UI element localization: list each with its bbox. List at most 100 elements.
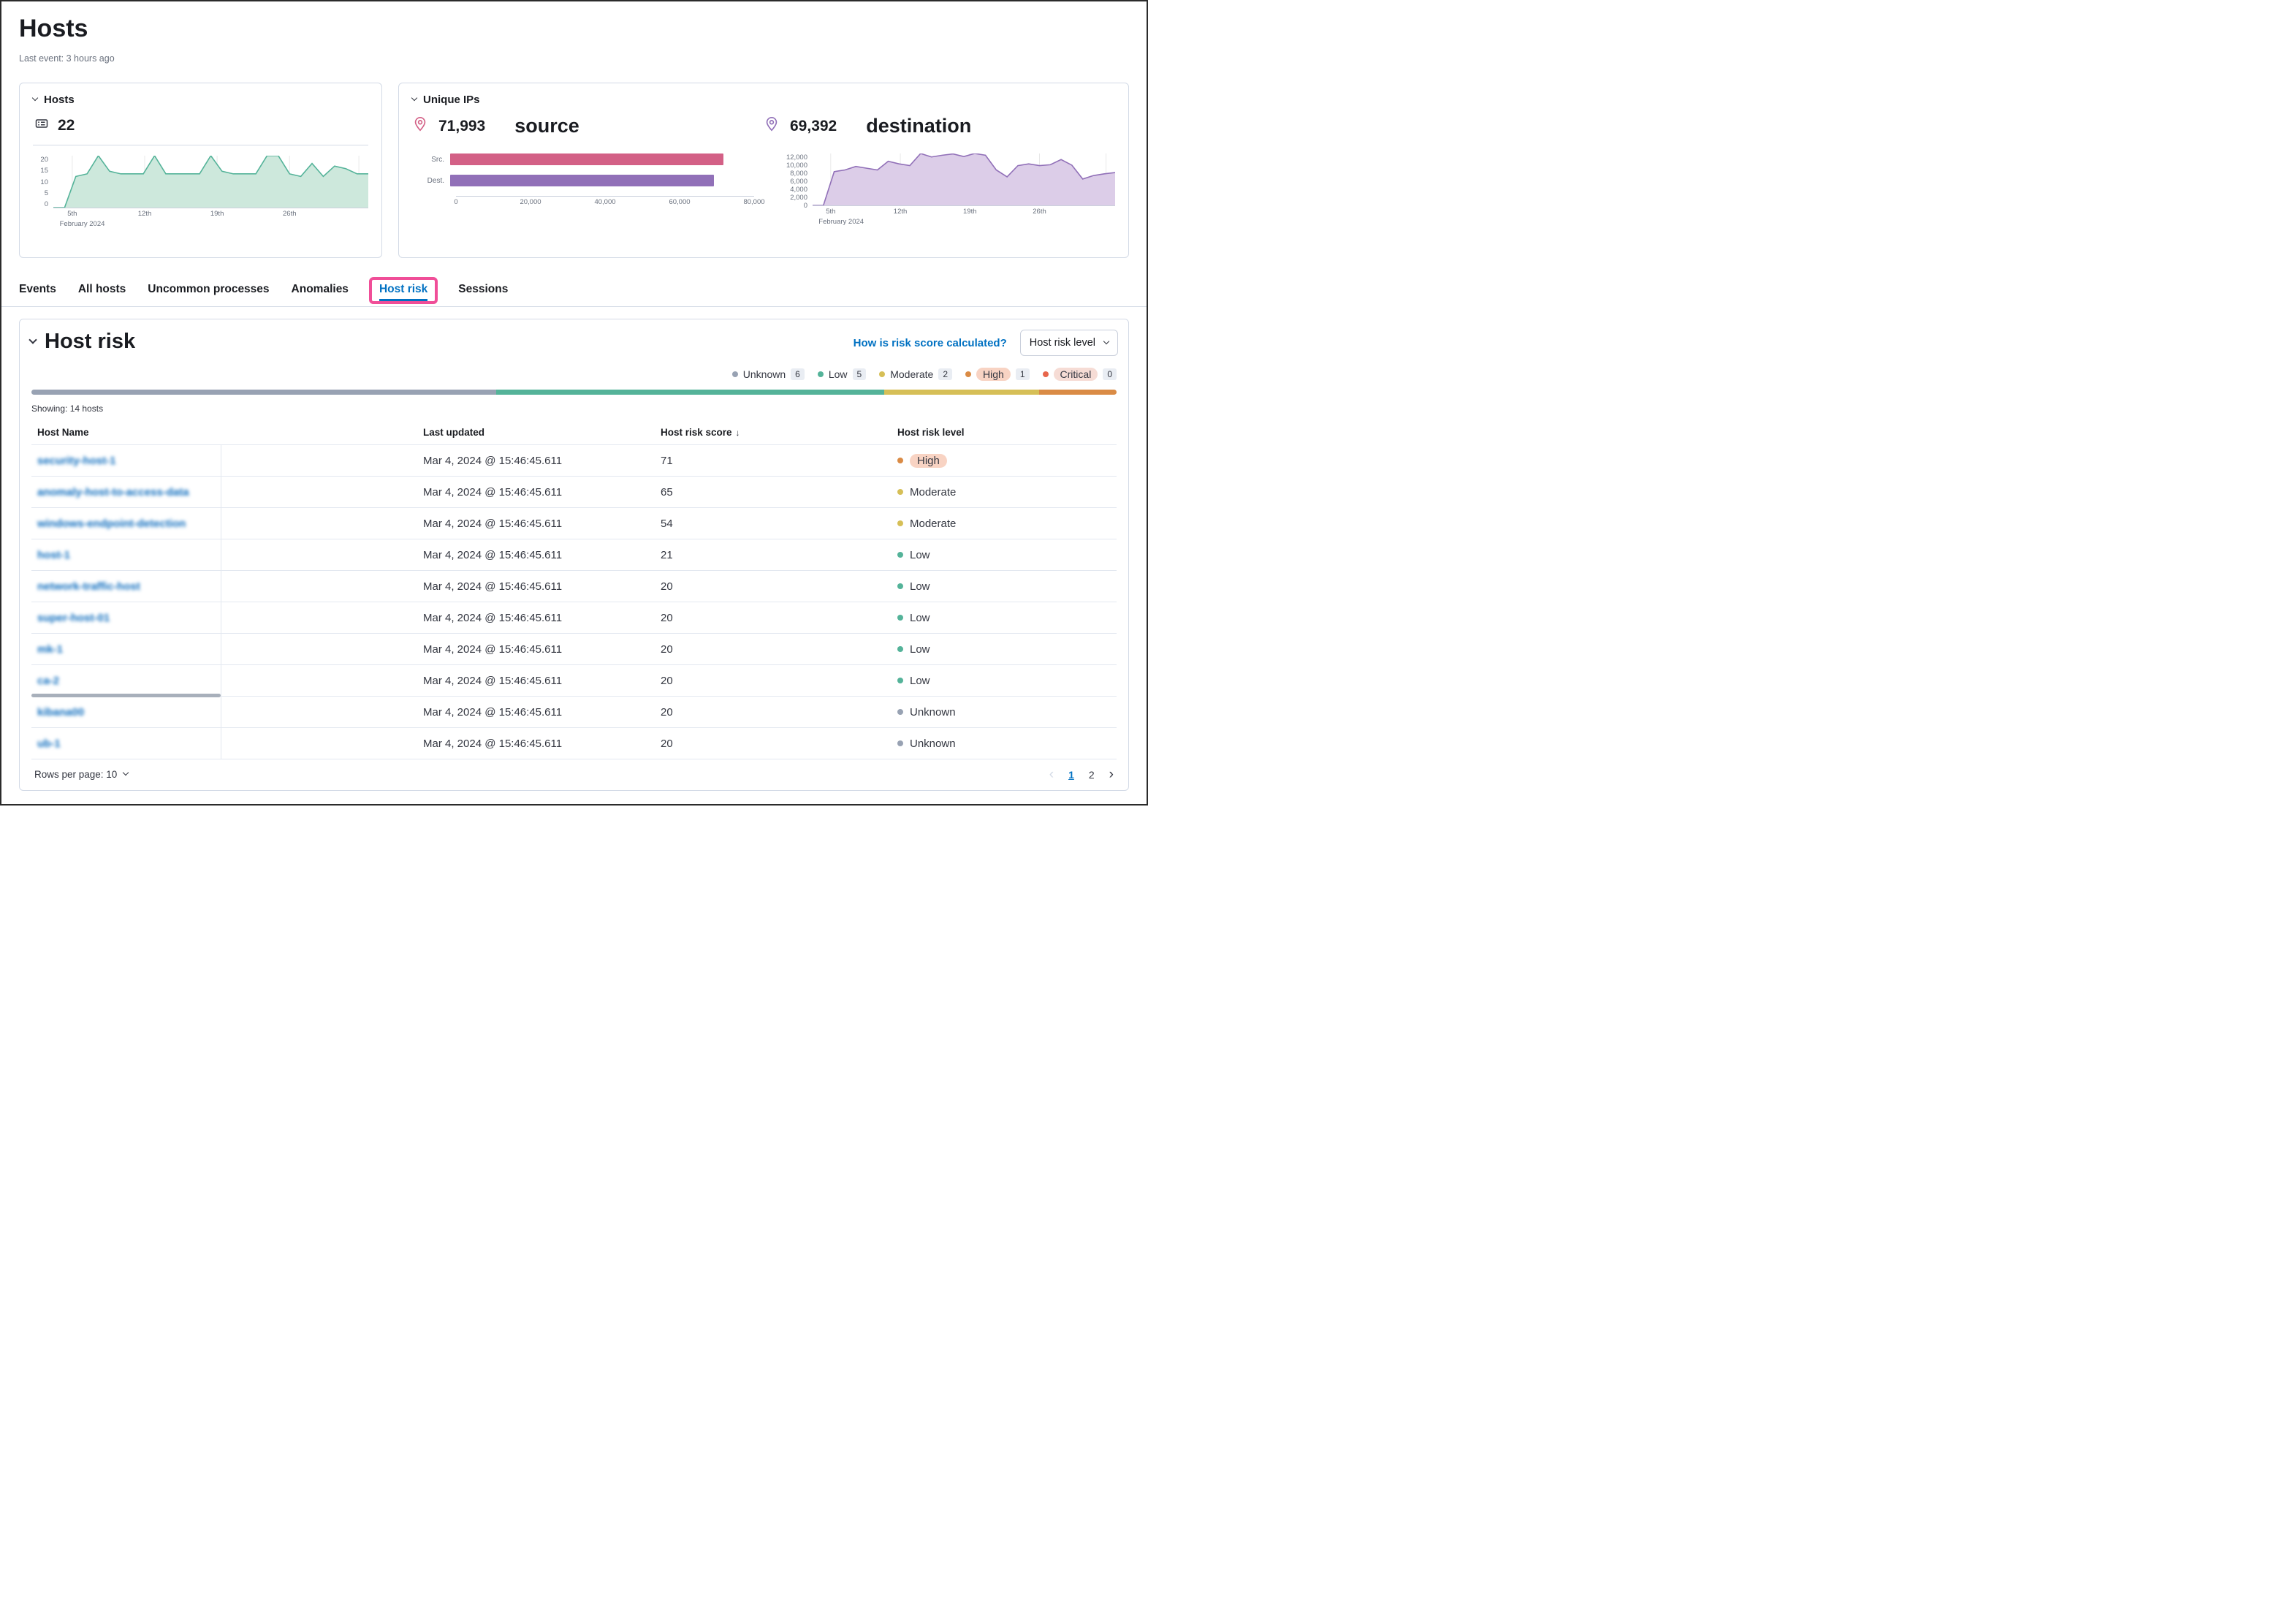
tab-events[interactable]: Events [19,278,56,302]
ips-chart-axis-label: February 2024 [813,218,1115,226]
tab-sessions[interactable]: Sessions [458,278,508,302]
bar-chart-x-axis: 0 20,000 40,000 60,000 80,000 [456,196,754,205]
risk-score-info-link[interactable]: How is risk score calculated? [854,337,1007,349]
table-row: security-host-1 Mar 4, 2024 @ 15:46:45.6… [31,444,1117,476]
chevron-down-icon [123,770,129,776]
collapse-chevron-icon[interactable] [28,336,37,344]
risk-level-dot [897,552,903,558]
destination-ip-count: 69,392 [790,118,837,135]
tab-anomalies[interactable]: Anomalies [292,278,349,302]
table-row: host-1 Mar 4, 2024 @ 15:46:45.611 21 Low [31,539,1117,570]
page-number-2[interactable]: 2 [1089,769,1095,781]
host-name-link[interactable]: ub-1 [37,738,61,750]
collapse-chevron-icon[interactable] [32,95,38,101]
legend-dot [879,371,885,377]
pagination: ‹ 1 2 › [1049,767,1114,781]
legend-dot [732,371,738,377]
table-row: windows-endpoint-detection Mar 4, 2024 @… [31,507,1117,539]
last-updated-cell: Mar 4, 2024 @ 15:46:45.611 [417,485,655,500]
col-host-risk-score[interactable]: Host risk score↓ [655,425,892,439]
table-row: super-host-01 Mar 4, 2024 @ 15:46:45.611… [31,602,1117,633]
unique-ips-kpi-panel: Unique IPs 71,993 source [398,83,1129,258]
host-name-link[interactable]: super-host-01 [37,612,110,624]
last-updated-cell: Mar 4, 2024 @ 15:46:45.611 [417,736,655,751]
risk-score-cell: 20 [655,673,892,689]
legend-dot [818,371,824,377]
segment-unknown [31,390,496,395]
risk-score-cell: 20 [655,736,892,751]
next-page-icon[interactable]: › [1109,767,1114,781]
hosts-tabs: Events All hosts Uncommon processes Anom… [19,278,1129,302]
risk-level-cell: Moderate [892,485,1117,500]
legend-item-high: High 1 [965,368,1029,381]
hosts-panel-title: Hosts [44,94,75,106]
table-row: ca-2 Mar 4, 2024 @ 15:46:45.611 20 Low [31,664,1117,696]
risk-level-dot [897,583,903,589]
host-name-link[interactable]: anomaly-host-to-access-data [37,486,189,499]
hosts-icon [34,116,49,134]
previous-page-icon[interactable]: ‹ [1049,767,1054,781]
legend-dot [1043,371,1049,377]
last-updated-cell: Mar 4, 2024 @ 15:46:45.611 [417,547,655,563]
risk-level-dot [897,489,903,495]
legend-item-moderate: Moderate 2 [879,368,952,380]
risk-level-cell: Low [892,642,1117,657]
legend-dot [965,371,971,377]
chevron-down-icon [1103,338,1109,344]
host-name-link[interactable]: windows-endpoint-detection [37,518,186,530]
risk-level-dot [897,646,903,652]
hosts-chart-plot [53,156,368,208]
ips-chart-plot [813,153,1115,206]
horizontal-scrollbar-thumb[interactable] [31,694,221,697]
unique-ips-area-chart: 12,00010,000 8,0006,000 4,0002,000 0 5th… [780,153,1115,226]
risk-level-cell: Unknown [892,705,1117,720]
hosts-chart-axis-label: February 2024 [53,220,368,228]
ips-chart-x-axis: 5th 12th 19th 26th [813,208,1115,217]
col-host-risk-level: Host risk level [892,425,1117,439]
risk-score-cell: 20 [655,705,892,720]
tab-all-hosts[interactable]: All hosts [78,278,126,302]
host-name-link[interactable]: host-1 [37,549,70,561]
source-bar [450,153,723,165]
segment-low [496,390,883,395]
hosts-chart-y-axis: 2015 105 0 [33,156,53,208]
risk-score-cell: 20 [655,610,892,626]
risk-level-cell: Low [892,547,1117,563]
sort-desc-icon: ↓ [736,428,740,438]
tab-uncommon-processes[interactable]: Uncommon processes [148,278,269,302]
tab-host-risk[interactable]: Host risk [369,277,438,304]
host-name-link[interactable]: ca-2 [37,675,59,687]
table-row: ub-1 Mar 4, 2024 @ 15:46:45.611 20 Unkno… [31,727,1117,759]
risk-level-dot [897,615,903,621]
legend-count-badge: 1 [1016,368,1030,380]
risk-score-cell: 20 [655,579,892,594]
destination-ips-stat: 69,392 destination [764,115,1115,137]
unique-ips-panel-title: Unique IPs [423,94,480,106]
host-risk-level-filter[interactable]: Host risk level [1020,330,1118,356]
risk-legend: Unknown 6 Low 5 Moderate 2 High 1 Critic… [31,368,1117,381]
legend-item-unknown: Unknown 6 [732,368,805,380]
risk-score-cell: 54 [655,516,892,531]
source-label: source [514,115,579,137]
rows-per-page-selector[interactable]: Rows per page: 10 [34,769,128,780]
risk-level-cell: Unknown [892,736,1117,751]
host-name-link[interactable]: mk-1 [37,643,63,656]
destination-bar [450,175,714,186]
kpi-panels: Hosts 22 2015 105 0 [19,83,1129,258]
page-number-1[interactable]: 1 [1068,769,1074,781]
risk-level-dot [897,458,903,463]
risk-level-cell: Low [892,579,1117,594]
table-row: kibana00 Mar 4, 2024 @ 15:46:45.611 20 U… [31,696,1117,727]
collapse-chevron-icon[interactable] [411,95,417,101]
last-event-text: Last event: 3 hours ago [19,53,1129,64]
host-name-link[interactable]: network-traffic-host [37,580,140,593]
host-name-link[interactable]: security-host-1 [37,455,116,467]
source-ip-count: 71,993 [438,118,485,135]
host-name-link[interactable]: kibana00 [37,706,84,719]
last-updated-cell: Mar 4, 2024 @ 15:46:45.611 [417,610,655,626]
risk-level-dot [897,520,903,526]
source-pin-icon [412,116,428,136]
risk-score-cell: 21 [655,547,892,563]
col-host-name: Host Name [31,425,417,439]
showing-count-text: Showing: 14 hosts [31,403,1117,414]
